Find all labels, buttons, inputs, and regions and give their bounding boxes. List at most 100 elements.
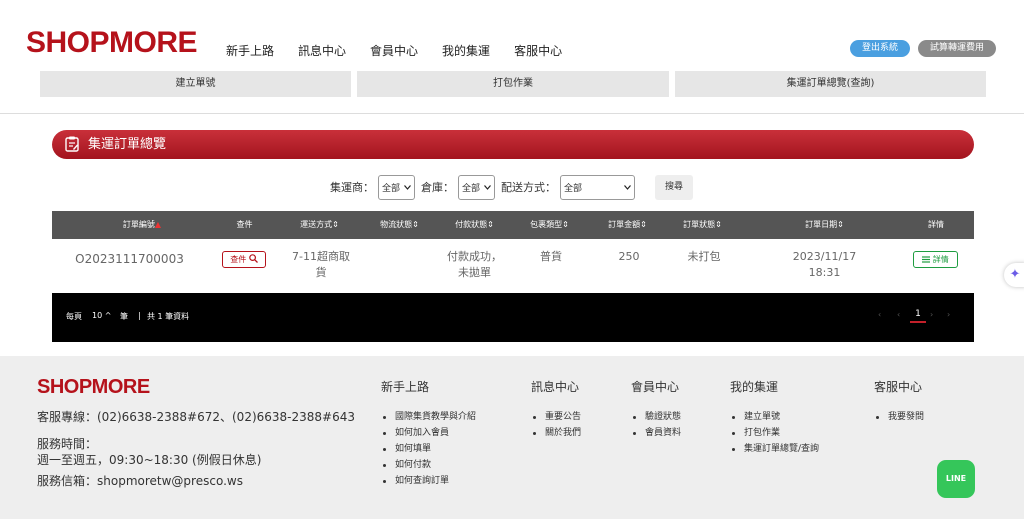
subnav-packing[interactable]: 打包作業 <box>357 71 669 97</box>
column-header-payment[interactable]: 付款狀態⇕ <box>437 211 512 239</box>
detail-button-label: 詳情 <box>932 255 949 264</box>
nav-item-member[interactable]: 會員中心 <box>370 42 418 59</box>
footer-link[interactable]: 重要公告 <box>531 409 581 425</box>
column-label: 付款狀態 <box>455 220 488 229</box>
footer-col-title: 訊息中心 <box>531 380 580 394</box>
footer-link[interactable]: 我要發問 <box>874 409 924 425</box>
footer-link[interactable]: 如何付款 <box>381 457 476 473</box>
last-page-icon[interactable]: › <box>947 310 950 319</box>
site-logo[interactable]: SHOPMORE <box>26 26 198 60</box>
column-header-check: 查件 <box>222 211 267 239</box>
agent-select-value: 全部 <box>382 183 401 194</box>
column-label: 詳情 <box>928 220 944 229</box>
footer-link[interactable]: 打包作業 <box>730 425 819 441</box>
footer-link[interactable]: 如何查詢訂單 <box>381 473 476 489</box>
delivery-select-value: 全部 <box>564 183 583 194</box>
sort-icon: ⇕ <box>837 220 844 229</box>
first-page-icon[interactable]: ‹ <box>878 310 881 319</box>
payment-status-line: 未拋單 <box>458 266 491 279</box>
chevron-down-icon <box>624 184 631 190</box>
nav-item-messages[interactable]: 訊息中心 <box>298 42 346 59</box>
delivery-label: 配送方式： <box>501 181 556 194</box>
footer-col-my-shipping: 我的集運 建立單號 打包作業 集運訂單總覽/查詢 <box>730 378 819 457</box>
page-title: 集運訂單總覽 <box>88 137 167 152</box>
column-header-detail: 詳情 <box>916 211 956 239</box>
column-header-shipping[interactable]: 運送方式⇕ <box>282 211 357 239</box>
footer-col-beginner: 新手上路 國際集貨教學與介紹 如何加入會員 如何填單 如何付款 如何查詢訂單 <box>381 378 476 489</box>
order-amount: 250 <box>618 250 640 263</box>
column-header-date[interactable]: 訂單日期⇕ <box>777 211 872 239</box>
subnav-order-overview[interactable]: 集運訂單總覽(查詢) <box>675 71 986 97</box>
check-button-label: 查件 <box>230 255 247 264</box>
pagination-bar: 每頁 10 ^ 筆 | 共 1 筆資料 ‹ ‹ 1 › › <box>52 293 974 342</box>
footer-logo: SHOPMORE <box>37 376 150 398</box>
sort-icon: ⇕ <box>640 220 647 229</box>
chevron-up-icon: ^ <box>104 311 112 320</box>
footer-link[interactable]: 關於我們 <box>531 425 581 441</box>
nav-item-my-shipping[interactable]: 我的集運 <box>442 42 490 59</box>
sort-icon: ⇕ <box>332 220 339 229</box>
check-shipment-button[interactable]: 查件 <box>222 251 266 268</box>
shipping-method-line: 7-11超商取 <box>292 250 350 263</box>
nav-item-beginner[interactable]: 新手上路 <box>226 42 274 59</box>
per-page-unit: 筆 <box>120 312 128 321</box>
column-label: 訂單金額 <box>608 220 641 229</box>
shipping-method: 7-11超商取 貨 <box>282 249 360 281</box>
footer-col-title: 會員中心 <box>631 380 680 394</box>
column-label: 物流狀態 <box>380 220 413 229</box>
agent-select[interactable]: 全部 <box>378 174 415 200</box>
footer-link[interactable]: 如何填單 <box>381 441 476 457</box>
column-header-amount[interactable]: 訂單金額⇕ <box>590 211 665 239</box>
sparkle-icon[interactable]: ✦ <box>1004 263 1024 287</box>
order-date: 2023/11/17 18:31 <box>777 249 872 281</box>
delivery-select[interactable]: 全部 <box>560 174 635 200</box>
site-footer: SHOPMORE 客服專線：(02)6638-2388#672、(02)6638… <box>0 356 1024 519</box>
sort-icon: ⇕ <box>487 220 494 229</box>
main-nav: 新手上路 訊息中心 會員中心 我的集運 客服中心 <box>226 42 562 59</box>
sort-icon: ⇕ <box>562 220 569 229</box>
footer-link[interactable]: 驗證狀態 <box>631 409 681 425</box>
column-label: 訂單狀態 <box>683 220 716 229</box>
shipping-calc-button[interactable]: 試算轉運費用 <box>918 40 996 57</box>
search-icon <box>248 254 258 263</box>
sort-icon: ⇕ <box>412 220 419 229</box>
footer-col-title: 客服中心 <box>874 380 923 394</box>
footer-link[interactable]: 集運訂單總覽/查詢 <box>730 441 819 457</box>
filter-bar: 集運商： 全部 倉庫： 全部 配送方式： 全部 搜尋 <box>330 174 693 200</box>
column-header-logistics[interactable]: 物流狀態⇕ <box>362 211 437 239</box>
footer-link[interactable]: 會員資料 <box>631 425 681 441</box>
warehouse-select-value: 全部 <box>462 183 481 194</box>
column-label: 查件 <box>236 220 253 229</box>
sort-icon: ⇕ <box>715 220 722 229</box>
line-label: LINE <box>945 474 967 483</box>
footer-link[interactable]: 如何加入會員 <box>381 425 476 441</box>
per-page-label: 每頁 <box>66 312 82 321</box>
divider: | <box>138 311 141 320</box>
next-page-icon[interactable]: › <box>930 310 933 319</box>
column-header-package[interactable]: 包裹類型⇕ <box>512 211 587 239</box>
logout-button[interactable]: 登出系統 <box>850 40 910 57</box>
order-date-day: 2023/11/17 <box>792 250 857 263</box>
section-title-bar: 集運訂單總覽 <box>52 130 974 159</box>
warehouse-select[interactable]: 全部 <box>458 174 495 200</box>
column-header-order-no[interactable]: 訂單編號▲ <box>92 211 192 239</box>
column-label: 運送方式 <box>300 220 333 229</box>
line-chat-icon[interactable]: LINE <box>937 460 975 498</box>
site-header: SHOPMORE 新手上路 訊息中心 會員中心 我的集運 客服中心 登出系統 試… <box>0 0 1024 114</box>
column-header-status[interactable]: 訂單狀態⇕ <box>665 211 740 239</box>
clipboard-icon <box>65 136 79 152</box>
footer-col-member: 會員中心 驗證狀態 會員資料 <box>631 378 681 441</box>
per-page-select[interactable]: 10 ^ <box>92 311 111 320</box>
footer-link[interactable]: 國際集貨教學與介紹 <box>381 409 476 425</box>
footer-link[interactable]: 建立單號 <box>730 409 819 425</box>
footer-col-messages: 訊息中心 重要公告 關於我們 <box>531 378 581 441</box>
prev-page-icon[interactable]: ‹ <box>897 310 900 319</box>
agent-label: 集運商： <box>330 181 374 194</box>
current-page-number[interactable]: 1 <box>910 309 926 323</box>
footer-hotline: 客服專線：(02)6638-2388#672、(02)6638-2388#643 <box>37 410 356 424</box>
nav-item-support[interactable]: 客服中心 <box>514 42 562 59</box>
table-header: 訂單編號▲ 查件 運送方式⇕ 物流狀態⇕ 付款狀態⇕ 包裹類型⇕ 訂單金額⇕ 訂… <box>52 211 974 239</box>
search-button[interactable]: 搜尋 <box>655 174 693 200</box>
subnav-create-order[interactable]: 建立單號 <box>40 71 351 97</box>
detail-button[interactable]: 詳情 <box>913 251 958 268</box>
